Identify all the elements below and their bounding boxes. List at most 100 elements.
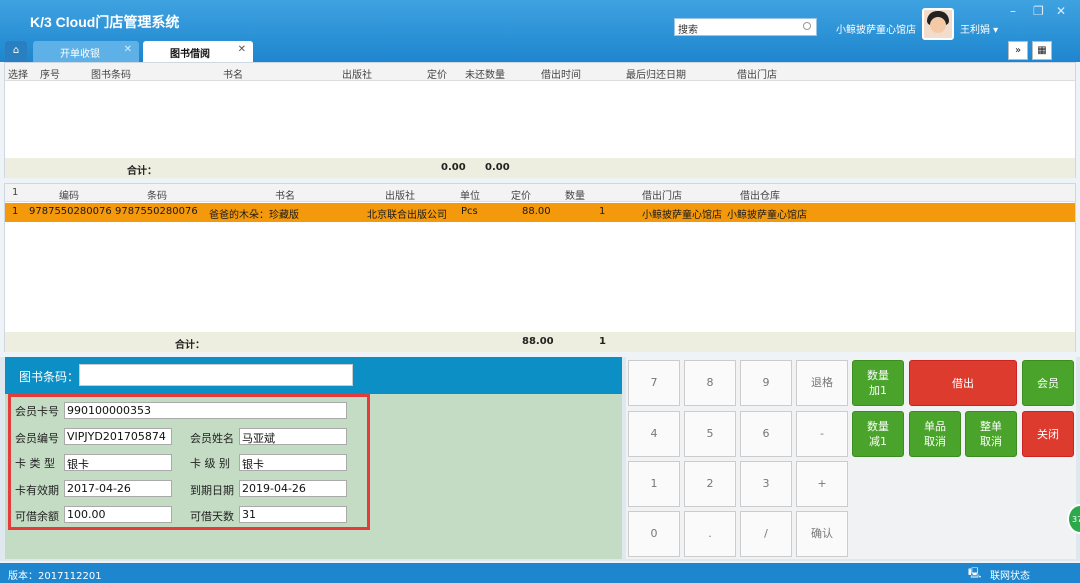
borrow-button[interactable]: 借出 (909, 360, 1017, 406)
tab-label: 图书借阅 (170, 49, 210, 60)
key-0[interactable]: 0 (628, 511, 680, 557)
balance-field[interactable]: 100.00 (64, 506, 172, 523)
cell-index: 1 (12, 206, 19, 217)
column-header[interactable]: 出版社 (342, 66, 372, 81)
plus-key[interactable]: + (796, 461, 848, 507)
card-level-label: 卡 级 别 (190, 457, 230, 470)
column-header[interactable]: 借出仓库 (740, 187, 780, 202)
column-header[interactable]: 出版社 (385, 187, 415, 202)
expire-field[interactable]: 2019-04-26 (239, 480, 347, 497)
minimize-icon[interactable]: – (1010, 4, 1016, 18)
qty-add-button[interactable]: 数量加1 (852, 360, 904, 406)
search-input[interactable]: 搜索 (674, 18, 817, 36)
total-qty: 1 (599, 336, 606, 347)
qty-add-label: 数量加1 (867, 369, 889, 397)
avatar[interactable] (922, 8, 954, 40)
column-header[interactable]: 书名 (275, 187, 295, 202)
slash-key[interactable]: / (740, 511, 792, 557)
cell-barcode: 9787550280076 (115, 206, 198, 217)
valid-from-label: 卡有效期 (15, 484, 59, 497)
key-8[interactable]: 8 (684, 360, 736, 406)
cell-price: 88.00 (522, 206, 551, 217)
card-no-label: 会员卡号 (15, 405, 59, 418)
backspace-key[interactable]: 退格 (796, 360, 848, 406)
column-header[interactable]: 定价 (511, 187, 531, 202)
member-name-label: 会员姓名 (190, 432, 234, 445)
valid-from-field[interactable]: 2017-04-26 (64, 480, 172, 497)
grid-header: 1 编码 条码 书名 出版社 单位 定价 数量 借出门店 借出仓库 (5, 184, 1075, 202)
column-header[interactable]: 借出门店 (642, 187, 682, 202)
confirm-key[interactable]: 确认 (796, 511, 848, 557)
member-button[interactable]: 会员 (1022, 360, 1074, 406)
key-3[interactable]: 3 (740, 461, 792, 507)
chevron-down-icon[interactable]: » (1008, 41, 1028, 60)
days-field[interactable]: 31 (239, 506, 347, 523)
search-icon[interactable] (803, 22, 811, 30)
bottom-panel: 图书条码： 会员卡号 990100000353 会员编号 VIPJYD20170… (0, 357, 1080, 561)
column-header[interactable]: 定价 (427, 66, 447, 81)
close-window-icon[interactable]: ✕ (1056, 4, 1066, 18)
keypad-panel: 7 8 9 退格 4 5 6 - 1 2 3 + 0 . / 确认 数量加1 借… (626, 357, 1076, 559)
column-header[interactable]: 编码 (59, 187, 79, 202)
app-title: K/3 Cloud门店管理系统 (30, 14, 180, 30)
key-7[interactable]: 7 (628, 360, 680, 406)
column-header[interactable]: 1 (12, 187, 18, 198)
member-no-field[interactable]: VIPJYD201705874 (64, 428, 172, 445)
key-1[interactable]: 1 (628, 461, 680, 507)
tab-borrow[interactable]: 图书借阅 ✕ (143, 41, 253, 62)
card-level-field[interactable]: 银卡 (239, 454, 347, 471)
qty-sub-button[interactable]: 数量减1 (852, 411, 904, 457)
cell-store: 小鲸披萨童心馆店 (642, 210, 722, 221)
key-5[interactable]: 5 (684, 411, 736, 457)
close-tab-icon[interactable]: ✕ (238, 44, 246, 55)
column-header[interactable]: 选择 (8, 66, 28, 81)
grid-icon[interactable]: ▦ (1032, 41, 1052, 60)
store-name: 小鲸披萨童心馆店 (836, 25, 916, 36)
column-header[interactable]: 条码 (147, 187, 167, 202)
key-6[interactable]: 6 (740, 411, 792, 457)
key-2[interactable]: 2 (684, 461, 736, 507)
tab-label: 开单收银 (60, 49, 100, 60)
dot-key[interactable]: . (684, 511, 736, 557)
column-header[interactable]: 单位 (460, 187, 480, 202)
table-row[interactable]: 1 9787550280076 9787550280076 爸爸的木朵：珍藏版 … (5, 203, 1075, 222)
member-no-label: 会员编号 (15, 432, 59, 445)
key-4[interactable]: 4 (628, 411, 680, 457)
column-header[interactable]: 未还数量 (465, 66, 505, 81)
cell-qty: 1 (599, 206, 606, 217)
home-icon[interactable]: ⌂ (5, 41, 27, 62)
key-9[interactable]: 9 (740, 360, 792, 406)
member-name-field[interactable]: 马亚斌 (239, 428, 347, 445)
column-header[interactable]: 数量 (565, 187, 585, 202)
cell-warehouse: 小鲸披萨童心馆店 (727, 210, 807, 221)
column-header[interactable]: 书名 (223, 66, 243, 81)
cancel-all-button[interactable]: 整单取消 (965, 411, 1017, 457)
borrow-record-grid: 选择 序号 图书条码 书名 出版社 定价 未还数量 借出时间 最后归还日期 借出… (4, 62, 1076, 178)
network-icon: 🖳 (968, 568, 982, 579)
cell-unit: Pcs (461, 206, 478, 217)
column-header[interactable]: 借出门店 (737, 66, 777, 81)
cancel-all-label: 整单取消 (980, 420, 1002, 448)
user-menu[interactable]: 王利娟 ▾ (960, 21, 998, 36)
column-header[interactable]: 借出时间 (541, 66, 581, 81)
card-type-field[interactable]: 银卡 (64, 454, 172, 471)
column-header[interactable]: 最后归还日期 (626, 66, 686, 81)
minus-key[interactable]: - (796, 411, 848, 457)
close-tab-icon[interactable]: ✕ (124, 44, 132, 55)
grid-footer: 合计： 0.00 0.00 (5, 158, 1075, 178)
cancel-item-label: 单品取消 (924, 420, 946, 448)
barcode-input[interactable] (79, 364, 353, 386)
network-status: 联网状态 (990, 571, 1030, 582)
barcode-label: 图书条码： (19, 370, 80, 384)
close-button[interactable]: 关闭 (1022, 411, 1074, 457)
tab-checkout[interactable]: 开单收银 ✕ (33, 41, 139, 62)
column-header[interactable]: 序号 (40, 66, 60, 81)
search-label: 搜索 (678, 25, 698, 36)
cancel-item-button[interactable]: 单品取消 (909, 411, 961, 457)
card-type-label: 卡 类 型 (15, 457, 55, 470)
restore-icon[interactable]: ❐ (1033, 4, 1044, 18)
column-header[interactable]: 图书条码 (91, 66, 131, 81)
card-no-field[interactable]: 990100000353 (64, 402, 347, 419)
total-price: 0.00 (441, 162, 466, 173)
cell-book-name: 爸爸的木朵：珍藏版 (209, 210, 299, 221)
